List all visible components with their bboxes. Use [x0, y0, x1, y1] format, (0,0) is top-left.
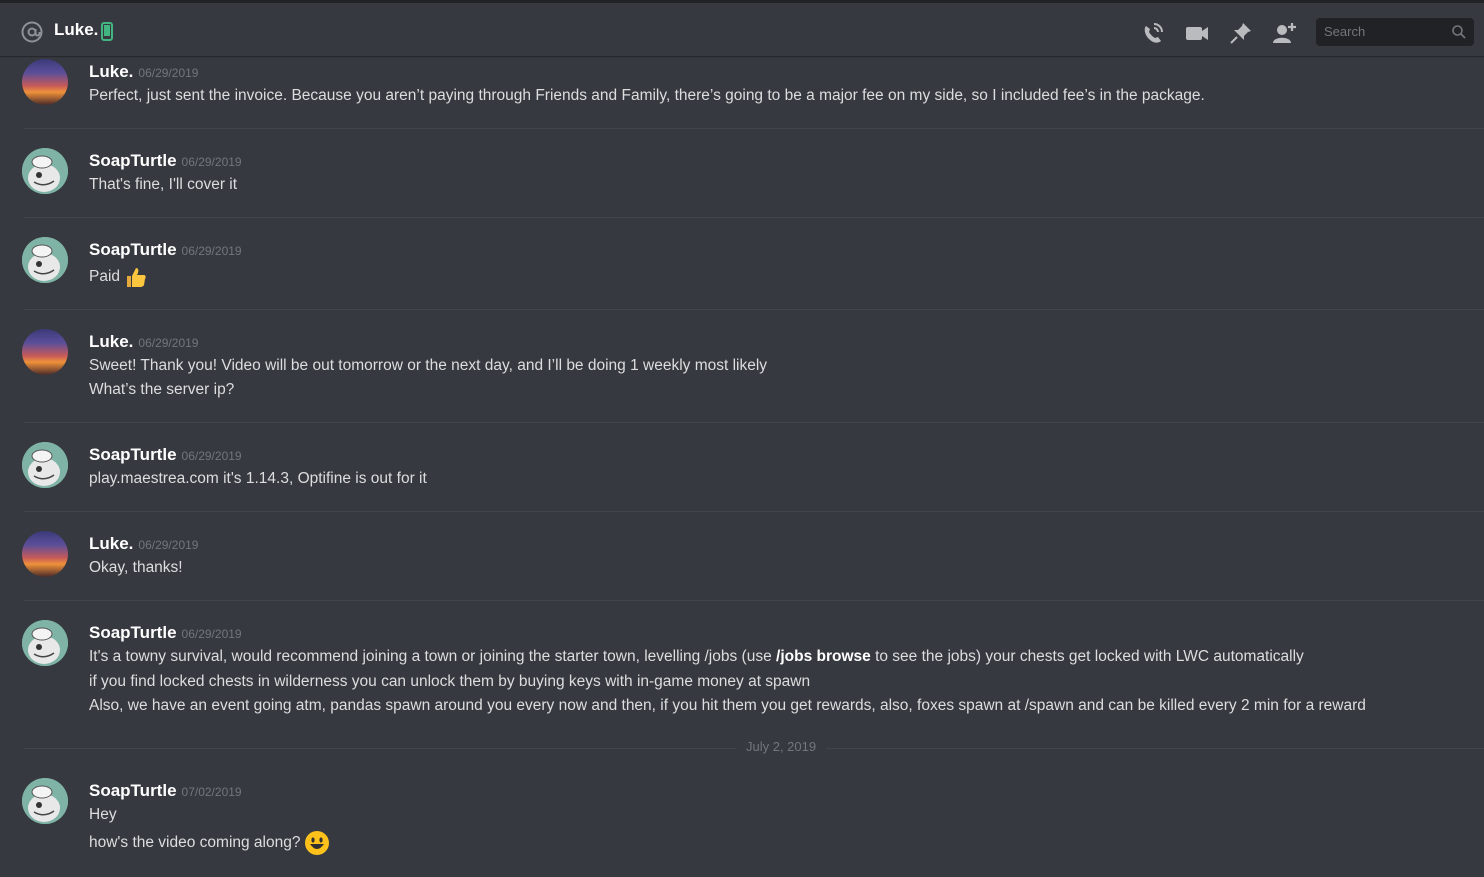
message-author[interactable]: Luke. 06/29/2019: [89, 332, 198, 352]
inline-command: /jobs browse: [776, 648, 871, 665]
turtle-avatar-icon: [22, 620, 68, 666]
add-friend-icon[interactable]: [1272, 20, 1298, 46]
message-divider: [24, 422, 1484, 423]
message-text: Perfect, just sent the invoice. Because …: [89, 87, 1205, 104]
avatar[interactable]: [22, 59, 68, 105]
message-text: Also, we have an event going atm, pandas…: [89, 697, 1366, 714]
message-timestamp: 06/29/2019: [138, 538, 199, 552]
message-author[interactable]: Luke. 06/29/2019: [89, 62, 198, 82]
message-author[interactable]: SoapTurtle 06/29/2019: [89, 151, 242, 171]
message-timestamp: 06/29/2019: [138, 66, 199, 80]
message-text: Okay, thanks!: [89, 559, 183, 576]
avatar[interactable]: [22, 778, 68, 824]
dm-title: Luke.: [54, 20, 99, 39]
avatar[interactable]: [22, 148, 68, 194]
search-placeholder: Search: [1324, 24, 1366, 39]
message-text: how's the video coming along?: [89, 830, 330, 856]
turtle-avatar-icon: [22, 148, 68, 194]
message-author[interactable]: Luke. 06/29/2019: [89, 534, 198, 554]
message-author[interactable]: SoapTurtle 06/29/2019: [89, 445, 242, 465]
message-author[interactable]: SoapTurtle 06/29/2019: [89, 623, 242, 643]
message-text: play.maestrea.com it's 1.14.3, Optifine …: [89, 470, 427, 487]
message-timestamp: 06/29/2019: [138, 336, 199, 350]
message-text: Sweet! Thank you! Video will be out tomo…: [89, 357, 768, 374]
channel-header: Luke. Search: [0, 0, 1484, 56]
turtle-avatar-icon: [22, 442, 68, 488]
message-timestamp: 06/29/2019: [181, 244, 242, 258]
avatar[interactable]: [22, 329, 68, 375]
message-timestamp: 06/29/2019: [181, 449, 242, 463]
avatar[interactable]: [22, 531, 68, 577]
mobile-icon: [101, 22, 113, 41]
avatar[interactable]: [22, 442, 68, 488]
message-timestamp: 06/29/2019: [181, 155, 242, 169]
message-text: What’s the server ip?: [89, 381, 235, 398]
message-divider: [24, 511, 1484, 512]
turtle-avatar-icon: [22, 778, 68, 824]
message-text: if you find locked chests in wilderness …: [89, 673, 811, 690]
message-timestamp: 06/29/2019: [181, 627, 242, 641]
search-icon: [1452, 25, 1466, 39]
thumbs-up-emoji-icon[interactable]: [124, 265, 148, 289]
message-text: Hey: [89, 806, 117, 823]
pin-icon[interactable]: [1228, 20, 1254, 46]
message-divider: [24, 217, 1484, 218]
at-icon: [21, 21, 43, 43]
message-author[interactable]: SoapTurtle 06/29/2019: [89, 240, 242, 260]
message-text: Paid: [89, 265, 148, 289]
video-call-icon[interactable]: [1184, 20, 1210, 46]
phone-call-icon[interactable]: [1140, 20, 1166, 46]
turtle-avatar-icon: [22, 237, 68, 283]
message-divider: [24, 128, 1484, 129]
message-text: It's a towny survival, would recommend j…: [89, 648, 1304, 665]
message-text: That's fine, I'll cover it: [89, 176, 238, 193]
message-divider: [24, 600, 1484, 601]
date-separator: July 2, 2019: [24, 739, 1484, 754]
search-input[interactable]: Search: [1316, 18, 1474, 46]
smiley-emoji-icon[interactable]: [304, 830, 330, 856]
message-divider: [24, 309, 1484, 310]
message-author[interactable]: SoapTurtle 07/02/2019: [89, 781, 242, 801]
avatar[interactable]: [22, 620, 68, 666]
message-timestamp: 07/02/2019: [181, 785, 242, 799]
avatar[interactable]: [22, 237, 68, 283]
date-separator-label: July 2, 2019: [736, 739, 827, 754]
